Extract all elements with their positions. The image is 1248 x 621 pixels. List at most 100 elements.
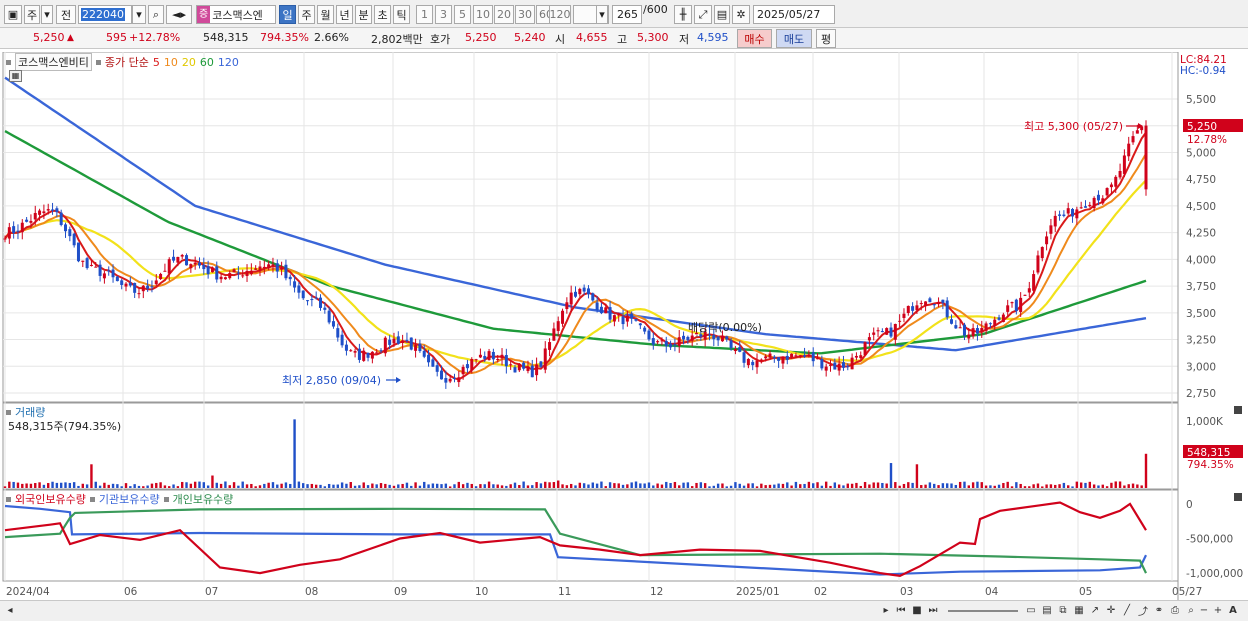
candle-body xyxy=(51,209,55,211)
volume-bar xyxy=(915,464,919,488)
candle-body xyxy=(16,230,20,232)
plus-icon[interactable]: + xyxy=(1212,603,1224,618)
volume-bar xyxy=(466,482,469,488)
date-input[interactable]: 2025/05/27 xyxy=(753,5,835,24)
gear-icon[interactable]: ✲ xyxy=(732,5,750,24)
stock-name-field[interactable]: 증 코스맥스엔 xyxy=(196,5,276,24)
holding-panel-close-icon[interactable] xyxy=(1234,493,1242,501)
stock-title[interactable]: 코스맥스엔비티 xyxy=(15,53,92,71)
volume-bar xyxy=(1058,484,1061,488)
draw-tool-icon[interactable]: ⤢ xyxy=(694,5,712,24)
tab-period-minute[interactable]: 분 xyxy=(355,5,372,24)
chart-canvas[interactable]: 5,500 5,250 5,000 4,750 4,500 4,250 4,000 3,750… xyxy=(0,52,1248,600)
count-input[interactable]: 265 xyxy=(612,5,642,24)
volume-bar xyxy=(868,484,871,488)
volume-bar xyxy=(544,481,547,488)
print-icon[interactable]: ⎙ xyxy=(1168,603,1182,618)
candle-body xyxy=(340,334,344,346)
volume-bar xyxy=(500,485,504,488)
volume-bar xyxy=(366,485,370,488)
volume-bar xyxy=(47,483,50,488)
candle-body xyxy=(526,366,530,372)
arrow-tool-icon[interactable]: ↗ xyxy=(1088,603,1102,618)
tab-period-tick[interactable]: 틱 xyxy=(393,5,410,24)
cross-tool-icon[interactable]: ✛ xyxy=(1104,603,1118,618)
tab-period-month[interactable]: 월 xyxy=(317,5,334,24)
candle-body xyxy=(301,290,305,299)
candle-body xyxy=(102,273,106,279)
volume-bar xyxy=(945,483,949,488)
candle-body xyxy=(980,328,984,332)
volume-bar xyxy=(479,484,482,488)
candle-body xyxy=(288,276,292,280)
scroll-left-icon[interactable]: ◂ xyxy=(4,603,16,618)
candle-body xyxy=(638,323,642,326)
grid-icon[interactable]: ▦ xyxy=(1072,603,1086,618)
layout-icon[interactable]: ▭ xyxy=(1024,603,1038,618)
line-tool-icon[interactable]: ╱ xyxy=(1120,603,1134,618)
interval-5[interactable]: 5 xyxy=(454,5,471,24)
trend-tool-icon[interactable]: ⤴ xyxy=(1136,603,1150,618)
calculator-icon[interactable]: ▦ xyxy=(9,70,22,82)
candle-body xyxy=(660,340,664,342)
institution-title[interactable]: 기관보유수량 xyxy=(99,491,160,507)
buy-button[interactable]: 매수 xyxy=(737,29,772,48)
minus-icon[interactable]: − xyxy=(1198,603,1210,618)
candle-body xyxy=(712,334,716,340)
market-select[interactable]: 주 xyxy=(24,5,40,24)
candle-body xyxy=(267,264,271,269)
candle-style-icon[interactable]: ╫ xyxy=(674,5,692,24)
candle-body xyxy=(223,277,227,280)
volume-bar xyxy=(764,485,767,488)
count-value: 265 xyxy=(617,8,638,21)
scroll-right-icon[interactable]: ▸ xyxy=(880,603,892,618)
link-icon[interactable]: ⚭ xyxy=(1152,603,1166,618)
volume-bar xyxy=(984,485,988,488)
interval-20[interactable]: 20 xyxy=(494,5,514,24)
tab-period-second[interactable]: 초 xyxy=(374,5,391,24)
copy-icon[interactable]: ⧉ xyxy=(1056,603,1070,618)
window-menu-icon[interactable]: ▣ xyxy=(4,5,22,24)
chart-area[interactable]: 5,500 5,250 5,000 4,750 4,500 4,250 4,000 3,750… xyxy=(0,52,1248,600)
interval-30[interactable]: 30 xyxy=(515,5,535,24)
font-size-icon[interactable]: A xyxy=(1226,603,1240,618)
scroll-bar[interactable]: ◂ ▸ ⏮ ■ ⏭ ▭ ▤ ⧉ ▦ ↗ ✛ ╱ ⤴ ⚭ ⎙ ⌕ − + A xyxy=(0,600,1248,621)
interval-120[interactable]: 120 xyxy=(549,5,571,24)
eval-button[interactable]: 평 xyxy=(816,29,836,48)
volume-bar xyxy=(1028,486,1031,488)
interval-3[interactable]: 3 xyxy=(435,5,452,24)
interval-1[interactable]: 1 xyxy=(416,5,433,24)
speaker-icon[interactable]: ◄▸ xyxy=(166,5,192,24)
market-dropdown-icon[interactable]: ▾ xyxy=(41,5,53,24)
tab-period-week[interactable]: 주 xyxy=(298,5,315,24)
sell-button[interactable]: 매도 xyxy=(776,29,812,48)
volume-panel-close-icon[interactable] xyxy=(1234,406,1242,414)
candle-body xyxy=(595,302,599,310)
foreign-title[interactable]: 외국인보유수량 xyxy=(15,491,86,507)
prev-button[interactable]: 전 xyxy=(56,5,76,24)
interval-dropdown-icon[interactable]: ▾ xyxy=(596,5,608,24)
jump-end-icon[interactable]: ⏭ xyxy=(926,603,940,618)
search-icon[interactable]: ⌕ xyxy=(148,5,164,24)
volume-bar xyxy=(703,483,707,488)
split-icon[interactable]: ▤ xyxy=(1040,603,1054,618)
interval-10[interactable]: 10 xyxy=(473,5,493,24)
code-dropdown-icon[interactable]: ▾ xyxy=(132,5,146,24)
volume-bar xyxy=(950,483,953,488)
volume-bar xyxy=(561,484,564,488)
tab-period-year[interactable]: 년 xyxy=(336,5,353,24)
zoom-in-icon[interactable]: ⌕ xyxy=(1184,603,1198,618)
individual-title[interactable]: 개인보유수량 xyxy=(173,491,234,507)
stock-code-input[interactable]: 222040 xyxy=(78,5,132,24)
tab-period-day[interactable]: 일 xyxy=(279,5,296,24)
zoom-slider[interactable] xyxy=(948,610,1018,612)
candle-body xyxy=(306,300,310,302)
volume-bar xyxy=(608,482,612,488)
save-icon[interactable]: ▤ xyxy=(714,5,730,24)
high-annotation: 최고 5,300 (05/27) xyxy=(1024,120,1123,133)
jump-start-icon[interactable]: ⏮ xyxy=(894,603,908,618)
volume-bar xyxy=(483,484,486,488)
price-tick-label: 2,750 xyxy=(1186,388,1216,400)
ma-label[interactable]: 종가 단순 xyxy=(105,54,149,70)
stop-icon[interactable]: ■ xyxy=(910,603,924,618)
